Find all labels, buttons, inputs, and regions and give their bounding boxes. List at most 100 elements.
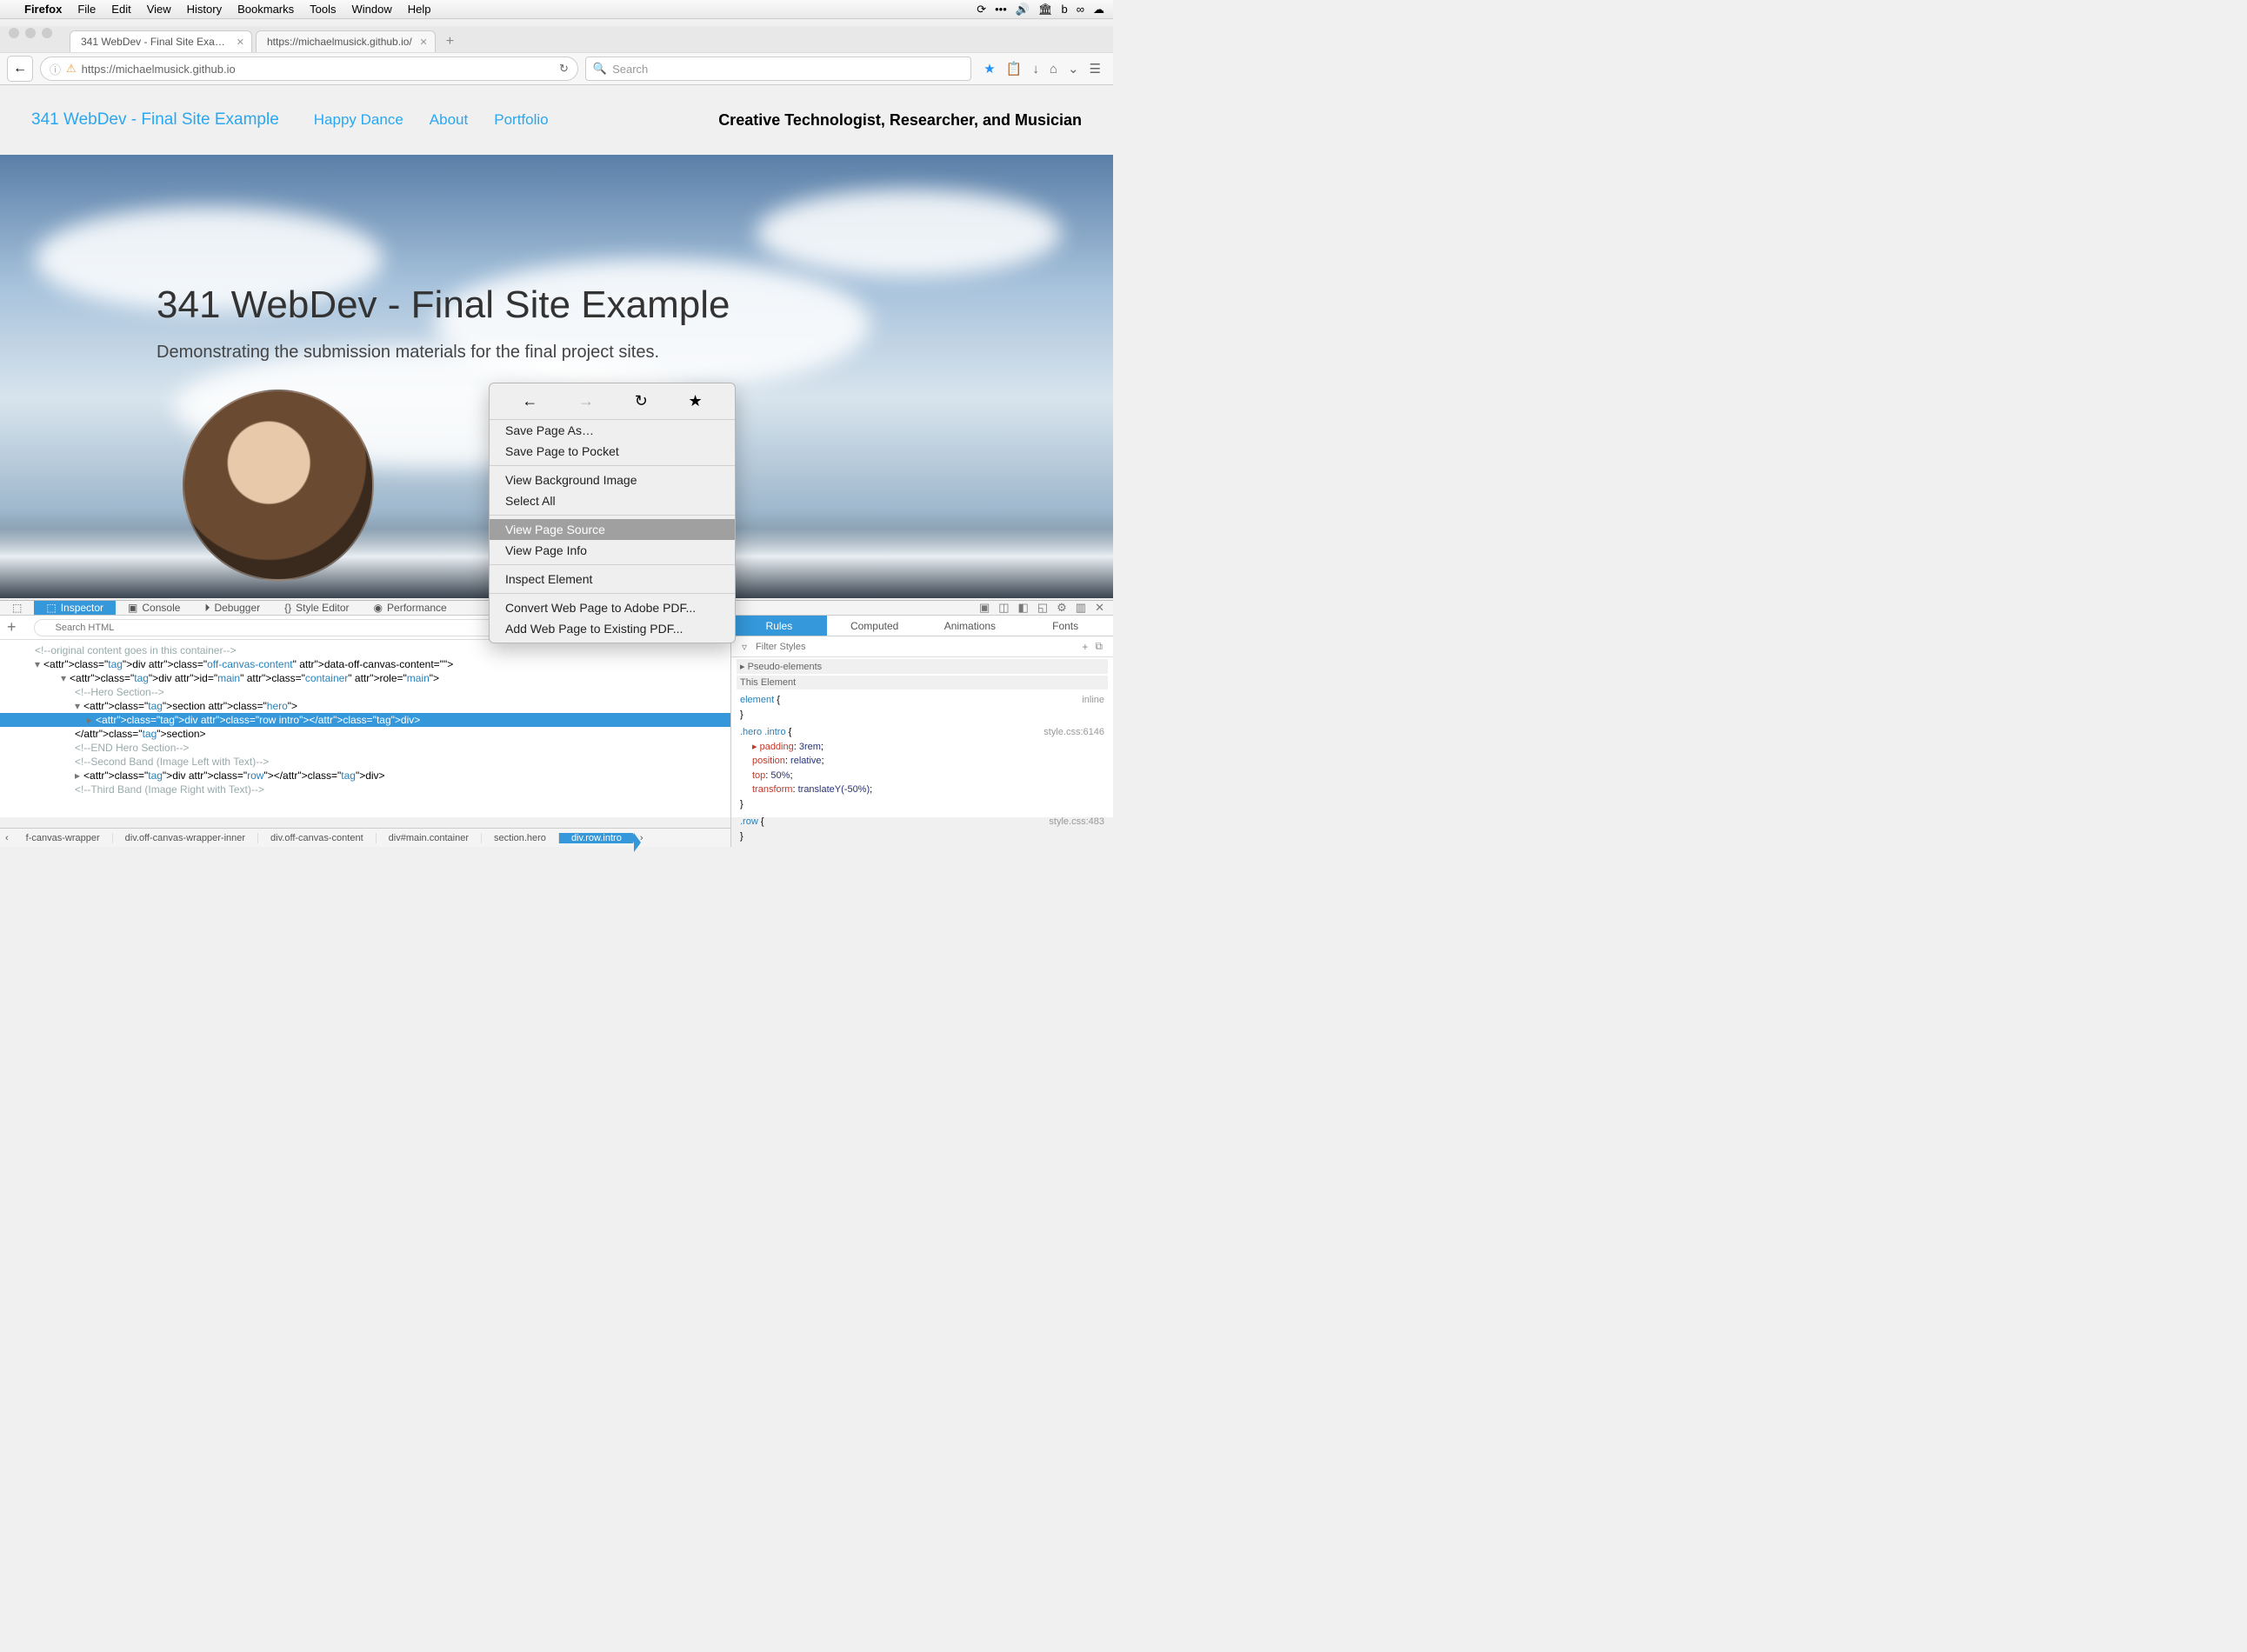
status-icon[interactable]: ∞	[1077, 3, 1084, 17]
home-icon[interactable]: ⌂	[1050, 62, 1057, 77]
css-tab-animations[interactable]: Animations	[923, 616, 1018, 636]
context-menu-item[interactable]: Add Web Page to Existing PDF...	[490, 618, 735, 639]
context-menu-item[interactable]: View Page Source	[490, 519, 735, 540]
tab-title: https://michaelmusick.github.io/	[267, 36, 412, 48]
code-line[interactable]: ▾<attr">class="tag">div attr">id="main" …	[0, 671, 730, 685]
responsive-mode-icon[interactable]: ▣	[979, 601, 990, 615]
context-menu-item[interactable]: Save Page to Pocket	[490, 441, 735, 462]
css-tab-rules[interactable]: Rules	[731, 616, 827, 636]
menu-history[interactable]: History	[187, 3, 222, 16]
hamburger-menu-icon[interactable]: ☰	[1090, 61, 1101, 77]
minimize-window-icon[interactable]	[25, 28, 36, 38]
crumb[interactable]: div.off-canvas-content	[258, 833, 377, 843]
css-rules[interactable]: ▸ Pseudo-elementsThis Elementelement { i…	[731, 657, 1113, 847]
add-rule-icon[interactable]: +	[1078, 641, 1091, 653]
ctx-back-icon[interactable]: ←	[522, 392, 537, 410]
code-line[interactable]: ▾<attr">class="tag">div attr">class="off…	[0, 657, 730, 671]
context-menu-item[interactable]: Inspect Element	[490, 569, 735, 590]
info-icon[interactable]: ⓘ	[50, 61, 61, 77]
toggle-pseudo-icon[interactable]: ⧉	[1091, 640, 1106, 653]
site-title[interactable]: 341 WebDev - Final Site Example	[31, 110, 279, 130]
devtools-tab-perf[interactable]: ◉ Performance	[362, 601, 459, 615]
menu-bookmarks[interactable]: Bookmarks	[237, 3, 294, 16]
context-menu-item[interactable]: View Background Image	[490, 470, 735, 490]
menu-edit[interactable]: Edit	[111, 3, 130, 16]
devtools-tab-console[interactable]: ▣ Console	[116, 601, 192, 615]
bookmark-star-icon[interactable]: ★	[983, 61, 995, 77]
toolbox-options-icon[interactable]: ▥	[1076, 601, 1086, 615]
pick-element-icon[interactable]: ⬚	[0, 601, 34, 615]
app-name[interactable]: Firefox	[24, 3, 62, 16]
dock-side-icon[interactable]: ◧	[1018, 601, 1029, 615]
add-element-button[interactable]: +	[7, 618, 17, 636]
pocket-icon[interactable]: ⌄	[1068, 61, 1079, 77]
context-menu-item[interactable]: View Page Info	[490, 540, 735, 561]
code-line[interactable]: <!--Second Band (Image Left with Text)--…	[0, 755, 730, 769]
split-console-icon[interactable]: ◫	[998, 601, 1009, 615]
nav-link[interactable]: About	[430, 111, 468, 129]
zoom-window-icon[interactable]	[42, 28, 52, 38]
ctx-reload-icon[interactable]: ↻	[635, 392, 648, 410]
code-line[interactable]: <!--Hero Section-->	[0, 685, 730, 699]
nav-link[interactable]: Portfolio	[494, 111, 548, 129]
status-icon[interactable]: ☁	[1093, 3, 1104, 17]
close-icon[interactable]: ✕	[420, 37, 428, 48]
clipboard-icon[interactable]: 📋	[1006, 61, 1023, 77]
context-menu-item[interactable]: Select All	[490, 490, 735, 511]
settings-icon[interactable]: ⚙	[1057, 601, 1067, 615]
menu-file[interactable]: File	[77, 3, 96, 16]
close-window-icon[interactable]	[9, 28, 19, 38]
code-line[interactable]: <!--Third Band (Image Right with Text)--…	[0, 783, 730, 796]
close-icon[interactable]: ✕	[237, 37, 244, 48]
search-bar[interactable]: 🔍 Search	[585, 57, 971, 81]
reload-icon[interactable]: ↻	[559, 62, 569, 76]
css-tab-fonts[interactable]: Fonts	[1017, 616, 1113, 636]
menu-view[interactable]: View	[147, 3, 171, 16]
browser-tab[interactable]: https://michaelmusick.github.io/ ✕	[256, 30, 436, 52]
close-icon[interactable]: ✕	[1095, 601, 1104, 615]
status-icon[interactable]: ⟳	[977, 3, 986, 17]
code-line[interactable]: </attr">class="tag">section>	[0, 727, 730, 741]
context-menu-item[interactable]: Save Page As…	[490, 420, 735, 441]
url-bar[interactable]: ⓘ ⚠ https://michaelmusick.github.io ↻	[40, 57, 578, 81]
downloads-icon[interactable]: ↓	[1032, 62, 1039, 77]
devtools-tab-debugger[interactable]: ⏵ Debugger	[192, 601, 272, 615]
code-line[interactable]: ▸<attr">class="tag">div attr">class="row…	[0, 769, 730, 783]
css-tab-computed[interactable]: Computed	[827, 616, 923, 636]
crumb[interactable]: section.hero	[482, 833, 559, 843]
code-line[interactable]: ▾<attr">class="tag">section attr">class=…	[0, 699, 730, 713]
status-icon[interactable]: 🏛	[1038, 3, 1053, 17]
chevron-left-icon[interactable]: ‹	[0, 833, 14, 843]
browser-tab[interactable]: 341 WebDev - Final Site Example ✕	[70, 30, 252, 52]
warning-icon[interactable]: ⚠	[66, 62, 77, 76]
dock-window-icon[interactable]: ◱	[1037, 601, 1048, 615]
crumb[interactable]: div#main.container	[377, 833, 482, 843]
crumb[interactable]: div.off-canvas-wrapper-inner	[113, 833, 258, 843]
html-tree[interactable]: <!--original content goes in this contai…	[0, 640, 730, 828]
nav-link[interactable]: Happy Dance	[314, 111, 403, 129]
window-traffic-lights[interactable]	[9, 28, 52, 38]
devtools-tab-inspector[interactable]: ⬚ Inspector	[34, 601, 116, 615]
code-line[interactable]: ▸<attr">class="tag">div attr">class="row…	[0, 713, 730, 727]
browser-toolbar: ← ⓘ ⚠ https://michaelmusick.github.io ↻ …	[0, 52, 1113, 85]
code-line[interactable]: <!--END Hero Section-->	[0, 741, 730, 755]
url-text: https://michaelmusick.github.io	[82, 63, 236, 76]
menu-tools[interactable]: Tools	[310, 3, 336, 16]
hero-subtitle: Demonstrating the submission materials f…	[157, 343, 730, 363]
menu-window[interactable]: Window	[352, 3, 392, 16]
menu-help[interactable]: Help	[408, 3, 431, 16]
breadcrumb-bar[interactable]: ‹ f-canvas-wrapper div.off-canvas-wrappe…	[0, 828, 730, 847]
ctx-bookmark-icon[interactable]: ★	[689, 392, 703, 410]
new-tab-button[interactable]: +	[439, 31, 461, 52]
volume-icon[interactable]: 🔊	[1016, 3, 1030, 17]
status-icon[interactable]: b	[1061, 3, 1067, 17]
back-button[interactable]: ←	[7, 56, 33, 82]
devtools-tab-style[interactable]: {} Style Editor	[272, 601, 361, 615]
code-line[interactable]: <!--original content goes in this contai…	[0, 643, 730, 657]
filter-styles-input[interactable]	[750, 640, 1078, 654]
status-icon[interactable]: •••	[995, 3, 1007, 17]
context-menu-item[interactable]: Convert Web Page to Adobe PDF...	[490, 597, 735, 618]
site-nav: Happy Dance About Portfolio	[314, 111, 549, 129]
crumb-current[interactable]: div.row.intro	[559, 833, 635, 843]
crumb[interactable]: f-canvas-wrapper	[14, 833, 113, 843]
